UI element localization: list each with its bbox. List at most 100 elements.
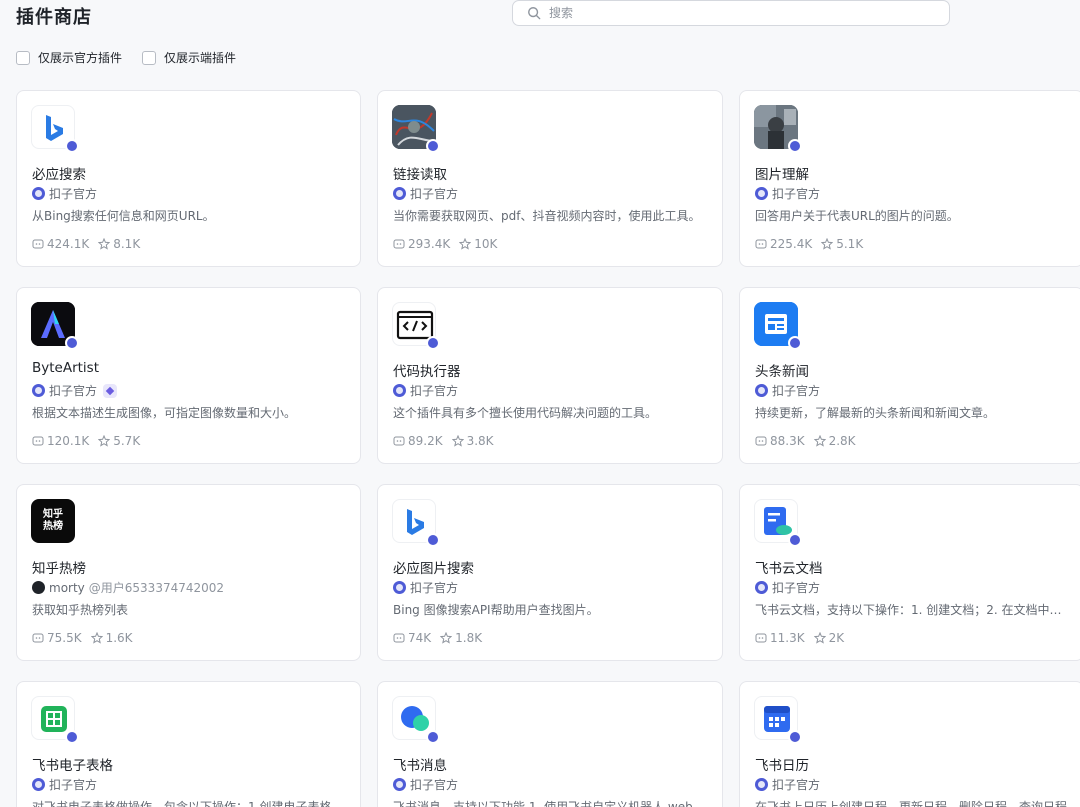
plugin-stats: 424.1K 8.1K — [32, 237, 149, 251]
plugin-stats: 11.3K 2K — [755, 631, 853, 645]
plugin-icon — [31, 302, 79, 350]
plugin-card[interactable]: 飞书电子表格 扣子官方 对飞书电子表格做操作，包含以下操作：1.创建电子表格 — [16, 681, 361, 807]
plugin-name: ByteArtist — [32, 360, 100, 376]
usage-icon — [393, 239, 405, 249]
plugin-name: 链接读取 — [393, 167, 447, 183]
plugin-author: 扣子官方 — [32, 185, 97, 202]
plugin-icon — [392, 105, 440, 153]
plugin-description: 当你需要获取网页、pdf、抖音视频内容时，使用此工具。 — [393, 209, 701, 223]
author-name: 扣子官方 — [49, 384, 98, 398]
plugin-stats: 120.1K 5.7K — [32, 434, 149, 448]
search-bar[interactable] — [512, 0, 950, 26]
official-author-icon — [393, 384, 406, 397]
usage-icon — [755, 633, 767, 643]
usage-icon — [32, 239, 44, 249]
plugin-name: 必应搜索 — [32, 167, 86, 183]
plugin-card[interactable]: 飞书云文档 扣子官方 飞书云文档，支持以下操作：1. 创建文档；2. 在文档中插… — [739, 484, 1080, 661]
filter-label: 仅展示官方插件 — [38, 51, 123, 65]
official-badge-icon — [65, 139, 79, 153]
star-icon — [813, 632, 826, 644]
author-name: 扣子官方 — [410, 778, 459, 792]
usage-count: 89.2K — [408, 434, 443, 448]
usage-count: 120.1K — [47, 434, 90, 448]
official-badge-icon — [426, 139, 440, 153]
official-only-checkbox[interactable] — [16, 50, 30, 65]
plugin-name: 必应图片搜索 — [393, 561, 474, 577]
plugin-icon — [31, 105, 79, 153]
official-badge-icon — [788, 139, 802, 153]
official-author-icon — [755, 187, 768, 200]
zhihu-hot-icon: 知乎热榜 — [43, 509, 63, 532]
plugin-author: 扣子官方 — [393, 776, 458, 793]
official-badge-icon — [788, 730, 802, 744]
plugin-name: 飞书电子表格 — [32, 758, 113, 774]
official-author-icon — [755, 581, 768, 594]
plugin-card[interactable]: 飞书日历 扣子官方 在飞书上日历上创建日程、更新日程、删除日程、查询日程 — [739, 681, 1080, 807]
official-author-icon — [755, 778, 768, 791]
plugin-icon — [392, 696, 440, 744]
favorite-count: 2.8K — [828, 434, 856, 448]
favorite-count: 8.1K — [113, 237, 141, 251]
plugin-description: 在飞书上日历上创建日程、更新日程、删除日程、查询日程 — [755, 800, 1068, 807]
plugin-name: 代码执行器 — [393, 364, 461, 380]
official-badge-icon — [426, 533, 440, 547]
plugin-stats: 88.3K 2.8K — [755, 434, 865, 448]
plugin-name: 飞书日历 — [755, 758, 809, 774]
avatar — [32, 581, 45, 594]
plugin-stats: 74K 1.8K — [393, 631, 491, 645]
favorite-count: 5.7K — [113, 434, 141, 448]
plugin-card[interactable]: 代码执行器 扣子官方 这个插件具有多个擅长使用代码解决问题的工具。 89.2K … — [377, 287, 723, 464]
search-input[interactable] — [549, 6, 929, 20]
author-name: 扣子官方 — [772, 187, 821, 201]
usage-count: 11.3K — [770, 631, 805, 645]
plugin-stats: 75.5K 1.6K — [32, 631, 142, 645]
plugin-card[interactable]: ByteArtist 扣子官方 根据文本描述生成图像，可指定图像数量和大小。 1… — [16, 287, 361, 464]
plugin-author: 扣子官方 — [755, 579, 820, 596]
usage-icon — [32, 633, 44, 643]
official-badge-icon — [65, 336, 79, 350]
plugin-icon: 知乎热榜 — [31, 499, 75, 543]
filter-bar: 仅展示官方插件 仅展示端插件 — [16, 49, 236, 66]
plugin-card[interactable]: 必应图片搜索 扣子官方 Bing 图像搜索API帮助用户查找图片。 74K 1.… — [377, 484, 723, 661]
favorite-count: 1.6K — [105, 631, 133, 645]
author-name: 扣子官方 — [410, 581, 459, 595]
plugin-icon — [31, 696, 79, 744]
plugin-card[interactable]: 链接读取 扣子官方 当你需要获取网页、pdf、抖音视频内容时，使用此工具。 29… — [377, 90, 723, 267]
plugin-icon — [392, 302, 440, 350]
plugin-author: 扣子官方 — [393, 382, 458, 399]
filter-endpoint-only[interactable]: 仅展示端插件 — [142, 49, 236, 66]
author-name: 扣子官方 — [49, 778, 98, 792]
author-name: morty — [49, 580, 85, 595]
plugin-card[interactable]: 飞书消息 扣子官方 飞书消息，支持以下功能 1. 使用飞书自定义机器人 webh… — [377, 681, 723, 807]
usage-icon — [755, 239, 767, 249]
plugin-author: 扣子官方 — [32, 776, 97, 793]
plugin-description: 从Bing搜索任何信息和网页URL。 — [32, 209, 215, 223]
filter-official-only[interactable]: 仅展示官方插件 — [16, 49, 122, 66]
plugin-card[interactable]: 头条新闻 扣子官方 持续更新，了解最新的头条新闻和新闻文章。 88.3K 2.8… — [739, 287, 1080, 464]
author-name: 扣子官方 — [772, 384, 821, 398]
star-icon — [813, 435, 826, 447]
verified-badge-icon — [103, 383, 118, 398]
plugin-card[interactable]: 知乎热榜 知乎热榜 morty @用户6533374742002 获取知乎热榜列… — [16, 484, 361, 661]
filter-label: 仅展示端插件 — [164, 51, 237, 65]
usage-icon — [32, 436, 44, 446]
plugin-description: 飞书消息，支持以下功能 1. 使用飞书自定义机器人 webhook — [393, 800, 708, 807]
plugin-name: 头条新闻 — [755, 364, 809, 380]
plugin-card[interactable]: 必应搜索 扣子官方 从Bing搜索任何信息和网页URL。 424.1K 8.1K — [16, 90, 361, 267]
usage-count: 225.4K — [770, 237, 813, 251]
plugin-name: 飞书云文档 — [755, 561, 823, 577]
official-author-icon — [755, 384, 768, 397]
plugin-icon — [754, 105, 802, 153]
plugin-name: 图片理解 — [755, 167, 809, 183]
favorite-count: 10K — [474, 237, 498, 251]
author-name: 扣子官方 — [410, 187, 459, 201]
endpoint-only-checkbox[interactable] — [142, 50, 157, 65]
author-name: 扣子官方 — [772, 778, 821, 792]
plugin-card[interactable]: 图片理解 扣子官方 回答用户关于代表URL的图片的问题。 225.4K 5.1K — [739, 90, 1080, 267]
plugin-author: 扣子官方 — [393, 185, 458, 202]
plugin-stats: 225.4K 5.1K — [755, 237, 872, 251]
plugin-author: morty @用户6533374742002 — [32, 579, 224, 596]
usage-icon — [393, 436, 405, 446]
official-badge-icon — [426, 336, 440, 350]
plugin-grid: 必应搜索 扣子官方 从Bing搜索任何信息和网页URL。 424.1K 8.1K — [16, 90, 1080, 807]
